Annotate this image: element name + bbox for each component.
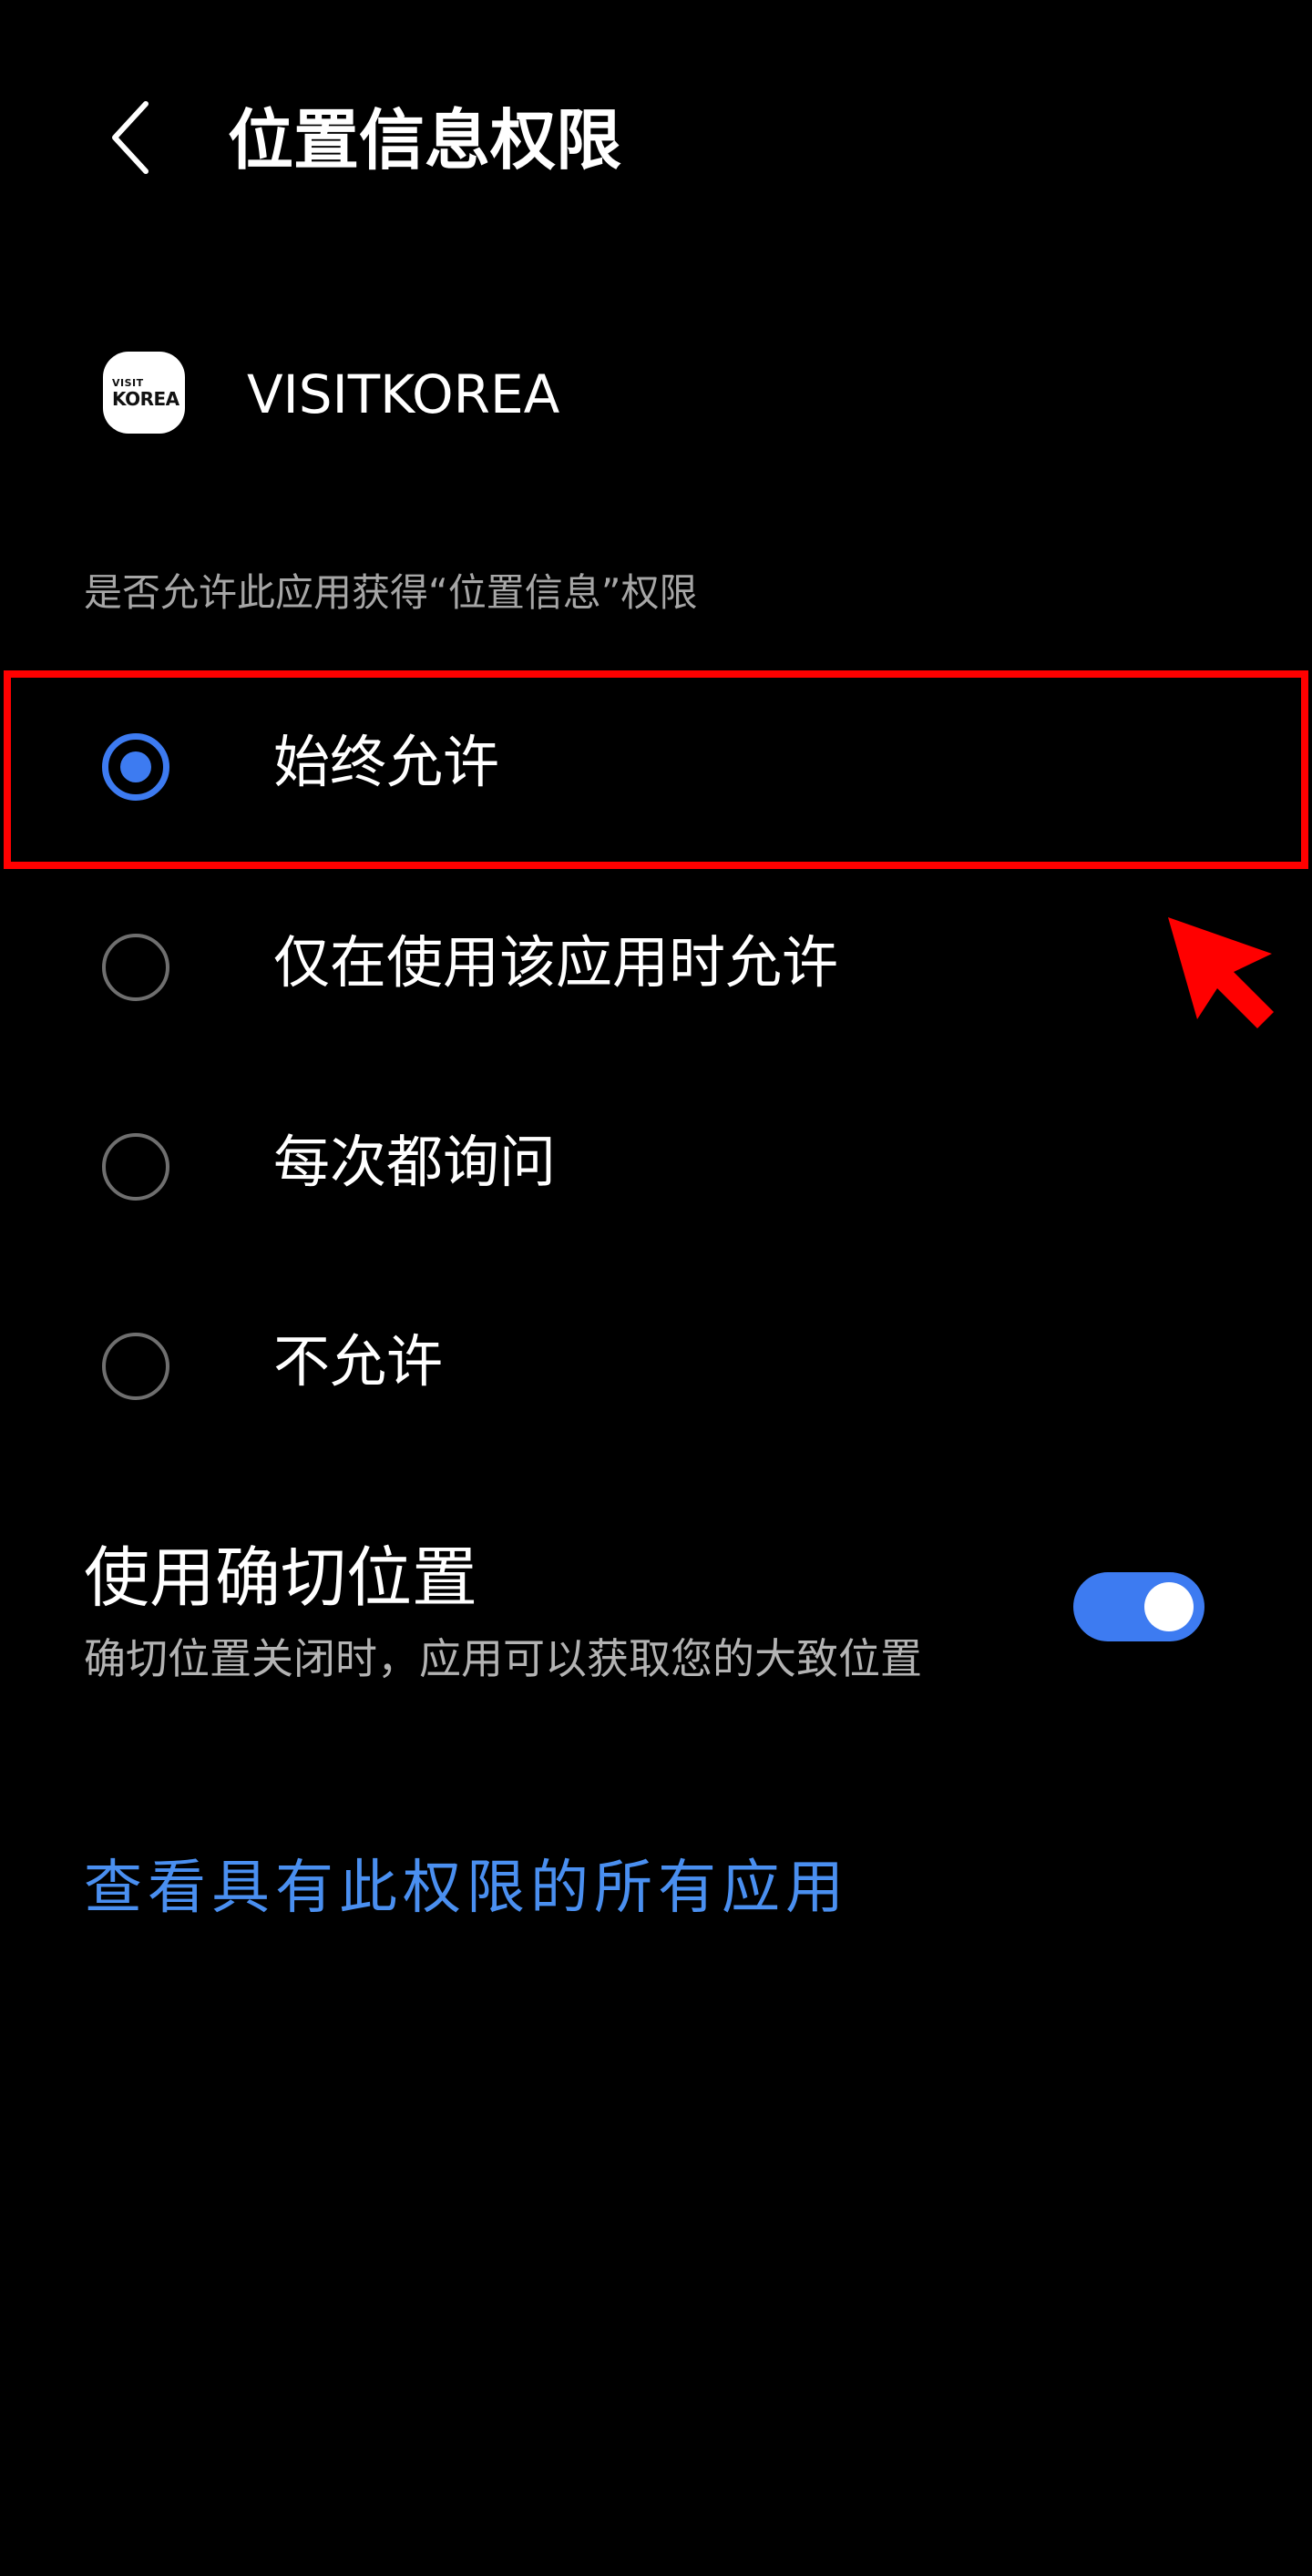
visitkorea-app-icon: VISIT KOREA [103, 352, 185, 434]
option-label-deny: 不允许 [273, 1328, 444, 1395]
radio-allow-while-using[interactable] [102, 934, 169, 1001]
toggle-knob [1144, 1582, 1194, 1631]
app-icon-text-bottom: KOREA [112, 387, 179, 410]
option-always-allow[interactable]: 始终允许 [0, 679, 1312, 861]
radio-dot [120, 751, 151, 782]
option-allow-while-using[interactable]: 仅在使用该应用时允许 [0, 879, 1312, 1061]
permission-question: 是否允许此应用获得“位置信息”权限 [84, 570, 698, 615]
option-label-allow-while-using: 仅在使用该应用时允许 [273, 929, 839, 996]
option-ask-every-time[interactable]: 每次都询问 [0, 1078, 1312, 1261]
view-all-apps-link[interactable]: 查看具有此权限的所有应用 [84, 1847, 849, 1929]
option-deny[interactable]: 不允许 [0, 1278, 1312, 1460]
app-icon-text-top: VISIT [112, 376, 144, 389]
radio-always-allow[interactable] [102, 733, 169, 801]
page-title: 位置信息权限 [228, 102, 622, 179]
precise-location-description: 确切位置关闭时，应用可以获取您的大致位置 [84, 1634, 922, 1683]
radio-deny[interactable] [102, 1333, 169, 1400]
option-label-always-allow: 始终允许 [273, 729, 500, 795]
chevron-left-icon [112, 101, 149, 174]
precise-location-title: 使用确切位置 [84, 1539, 478, 1616]
precise-location-toggle[interactable] [1073, 1572, 1204, 1641]
app-name: VISITKOREA [247, 363, 560, 425]
option-label-ask-every-time: 每次都询问 [273, 1129, 557, 1195]
radio-ask-every-time[interactable] [102, 1133, 169, 1201]
back-button[interactable] [87, 87, 175, 188]
